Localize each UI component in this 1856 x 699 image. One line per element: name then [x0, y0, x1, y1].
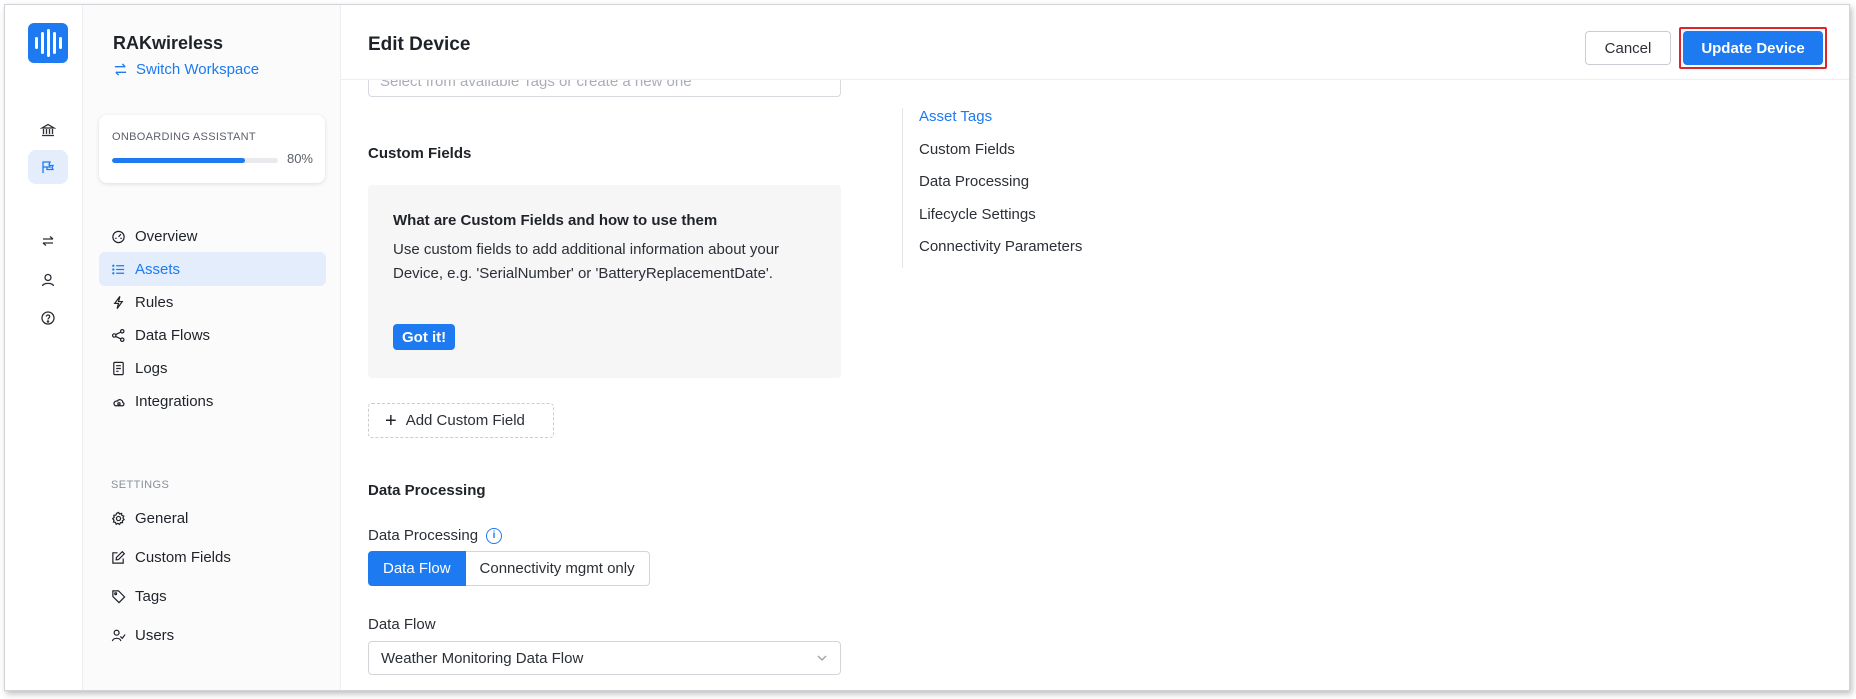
sidebar: RAKwireless Switch Workspace ONBOARDING …: [83, 5, 341, 690]
data-processing-label: Data Processing: [368, 527, 479, 544]
cancel-button[interactable]: Cancel: [1585, 31, 1671, 65]
sidebar-item-data-flows[interactable]: Data Flows: [99, 318, 326, 352]
add-custom-field-button[interactable]: + Add Custom Field: [368, 403, 554, 438]
sidebar-item-assets[interactable]: Assets: [99, 252, 326, 286]
data-processing-toggle: Data Flow Connectivity mgmt only: [368, 551, 650, 586]
got-it-button[interactable]: Got it!: [393, 324, 456, 350]
plus-icon: +: [385, 409, 397, 432]
share-icon: [111, 328, 125, 342]
onboarding-assistant-card[interactable]: ONBOARDING ASSISTANT 80%: [99, 115, 325, 183]
toc-item-custom-fields[interactable]: Custom Fields: [919, 141, 1082, 174]
onboarding-percent: 80%: [286, 151, 313, 166]
update-device-button[interactable]: Update Device: [1683, 31, 1823, 65]
user-icon[interactable]: [28, 263, 68, 297]
app-window: RAKwireless Switch Workspace ONBOARDING …: [4, 4, 1850, 691]
toc-item-lifecycle-settings[interactable]: Lifecycle Settings: [919, 206, 1082, 239]
onboarding-title: ONBOARDING ASSISTANT: [112, 131, 256, 143]
flag-icon[interactable]: [28, 150, 68, 184]
sidebar-item-label: Custom Fields: [135, 548, 231, 566]
chevron-down-icon: [817, 655, 827, 661]
dashboard-icon: [112, 230, 125, 243]
data-flow-value: Weather Monitoring Data Flow: [381, 649, 584, 667]
info-icon[interactable]: i: [486, 527, 503, 544]
data-flow-label: Data Flow: [368, 616, 436, 633]
sidebar-item-users[interactable]: Users: [99, 618, 326, 652]
sidebar-item-custom-fields[interactable]: Custom Fields: [99, 540, 326, 574]
help-icon[interactable]: [28, 301, 68, 335]
sidebar-item-label: Overview: [135, 227, 198, 245]
custom-fields-heading: Custom Fields: [368, 145, 472, 162]
sidebar-item-tags[interactable]: Tags: [99, 579, 326, 613]
tag-icon: [112, 589, 126, 603]
segment-connectivity-mgmt-only[interactable]: Connectivity mgmt only: [465, 551, 650, 586]
bolt-icon: [113, 295, 124, 309]
list-icon: [112, 264, 125, 274]
cloud-icon: [113, 398, 125, 406]
main-content: Select from available Tags or create a n…: [341, 5, 1849, 690]
toc-item-data-processing[interactable]: Data Processing: [919, 173, 1082, 206]
sidebar-item-label: Tags: [135, 587, 167, 605]
toc-item-connectivity-parameters[interactable]: Connectivity Parameters: [919, 238, 1082, 271]
sidebar-item-label: Users: [135, 626, 175, 644]
custom-fields-info-box: What are Custom Fields and how to use th…: [368, 185, 841, 378]
swap-arrows-icon: [114, 63, 127, 76]
data-flow-select[interactable]: Weather Monitoring Data Flow: [368, 641, 841, 675]
sidebar-item-general[interactable]: General: [99, 501, 326, 535]
toc-item-asset-tags[interactable]: Asset Tags: [919, 108, 1082, 141]
info-text: Use custom fields to add additional info…: [393, 241, 780, 282]
sidebar-item-rules[interactable]: Rules: [99, 285, 326, 319]
gear-icon: [111, 511, 125, 525]
sidebar-item-logs[interactable]: Logs: [99, 351, 326, 385]
sidebar-item-label: Integrations: [135, 392, 214, 410]
page-title: Edit Device: [368, 34, 471, 55]
app-logo-icon[interactable]: [28, 23, 68, 63]
sidebar-item-label: Rules: [135, 293, 174, 311]
workspace-name: RAKwireless: [113, 33, 224, 53]
icon-rail: [5, 5, 83, 690]
settings-section-label: SETTINGS: [111, 479, 170, 491]
sidebar-item-overview[interactable]: Overview: [99, 219, 326, 253]
users-icon: [111, 629, 126, 641]
sidebar-item-label: Data Flows: [135, 326, 211, 344]
data-processing-label-row: Data Processing i: [368, 527, 503, 544]
sidebar-item-label: Assets: [135, 260, 181, 278]
switch-workspace-label: Switch Workspace: [136, 61, 260, 78]
onboarding-progress-bar: [112, 158, 278, 163]
sidebar-item-label: Logs: [135, 359, 168, 377]
onboarding-progress-fill: [112, 158, 245, 163]
segment-data-flow[interactable]: Data Flow: [368, 551, 466, 586]
log-icon: [113, 361, 124, 375]
data-processing-heading: Data Processing: [368, 482, 486, 499]
section-nav: Asset Tags Custom Fields Data Processing…: [902, 108, 1082, 268]
sidebar-item-label: General: [135, 509, 189, 527]
bank-icon[interactable]: [28, 113, 68, 147]
add-custom-field-label: Add Custom Field: [405, 412, 525, 429]
switch-workspace-link[interactable]: Switch Workspace: [113, 61, 259, 78]
page-header: Edit Device Cancel Update Device: [341, 5, 1849, 80]
sidebar-item-integrations[interactable]: Integrations: [99, 384, 326, 418]
swap-icon[interactable]: [28, 224, 68, 258]
info-title: What are Custom Fields and how to use th…: [393, 212, 718, 229]
edit-icon: [112, 550, 126, 564]
